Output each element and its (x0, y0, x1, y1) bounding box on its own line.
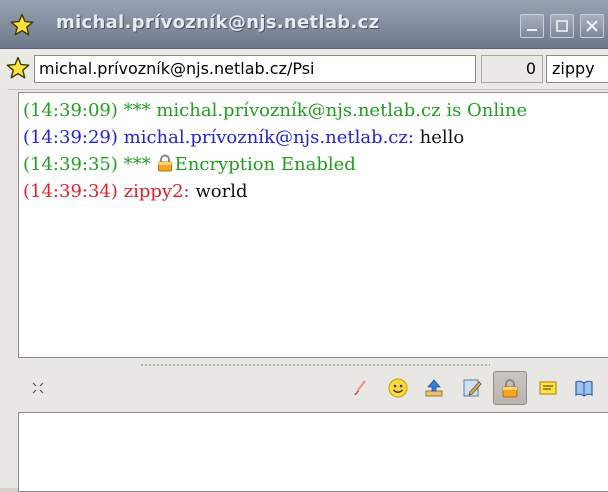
window-left-edge (0, 89, 8, 488)
edit-icon (463, 379, 482, 397)
minimize-button[interactable] (520, 14, 544, 38)
chat-window: michal.prívozník@njs.netlab.cz michal.pr… (0, 0, 608, 492)
info-button[interactable] (534, 374, 562, 402)
star-icon[interactable] (6, 56, 30, 80)
expand-icon (32, 382, 44, 394)
send-file-button[interactable] (420, 374, 448, 402)
timestamp: (14:39:09) (23, 100, 118, 121)
chat-line: (14:39:35) *** Encryption Enabled (23, 151, 608, 178)
emoticon-button[interactable] (384, 374, 412, 402)
splitter-handle[interactable] (140, 363, 490, 367)
close-icon (586, 20, 598, 32)
encrypt-toggle[interactable] (493, 371, 527, 405)
lock-icon (157, 154, 172, 172)
maximize-button[interactable] (550, 14, 574, 38)
timestamp: (14:39:35) (23, 154, 118, 175)
status-text: Encryption Enabled (174, 154, 356, 175)
timestamp: (14:39:29) (23, 127, 118, 148)
expand-button[interactable] (24, 374, 52, 402)
chat-line: (14:39:09) *** michal.prívozník@njs.netl… (23, 97, 608, 124)
status-text: *** michal.prívozník@njs.netlab.cz is On… (123, 100, 528, 121)
compose-button[interactable] (458, 374, 486, 402)
encrypt-lock-icon (502, 379, 518, 398)
timestamp: (14:39:34) (23, 181, 118, 202)
history-button[interactable] (570, 374, 598, 402)
contact-toolbar: michal.prívozník@njs.netlab.cz/Psi 0 zip… (0, 49, 608, 90)
chat-line: (14:39:29) michal.prívozník@njs.netlab.c… (23, 124, 608, 151)
chat-line: (14:39:34) zippy2: world (23, 178, 608, 205)
title-bar[interactable]: michal.prívozník@njs.netlab.cz (0, 0, 608, 49)
info-icon (539, 381, 557, 395)
sender-name: michal.prívozník@njs.netlab.cz: (123, 127, 414, 148)
chat-log[interactable]: (14:39:09) *** michal.prívozník@njs.netl… (18, 92, 608, 358)
message-text: hello (419, 127, 465, 148)
window-title: michal.prívozník@njs.netlab.cz (56, 12, 380, 33)
sender-name: zippy2: (123, 181, 190, 202)
clear-button[interactable] (346, 374, 374, 402)
message-count: 0 (481, 55, 543, 83)
action-toolbar (0, 368, 608, 408)
close-button[interactable] (580, 14, 604, 38)
star-icon (10, 13, 34, 36)
nickname-field[interactable]: zippy (546, 55, 608, 83)
message-input[interactable] (18, 412, 608, 492)
send-file-icon (425, 379, 443, 397)
smiley-icon (388, 378, 408, 398)
minimize-icon (527, 29, 537, 31)
maximize-icon (556, 20, 568, 32)
history-icon (575, 380, 593, 397)
clear-icon (354, 380, 366, 395)
contact-jid-field[interactable]: michal.prívozník@njs.netlab.cz/Psi (34, 55, 476, 83)
message-text: world (195, 181, 248, 202)
status-prefix: *** (123, 154, 151, 175)
